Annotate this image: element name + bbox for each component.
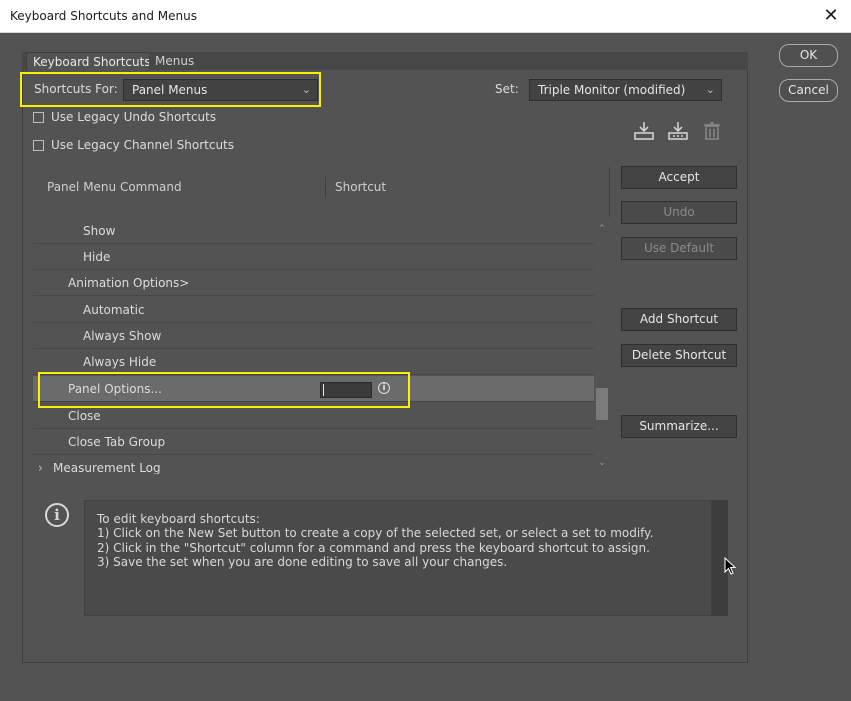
tab-menus[interactable]: Menus bbox=[149, 52, 201, 70]
list-item[interactable]: Automatic bbox=[33, 297, 594, 323]
command-list: Show Hide Animation Options> Automatic A… bbox=[33, 218, 594, 474]
column-header-command[interactable]: Panel Menu Command bbox=[47, 180, 182, 194]
info-icon[interactable]: i bbox=[378, 382, 390, 394]
info-line: 1) Click on the New Set button to create… bbox=[97, 526, 654, 540]
info-icon: i bbox=[45, 503, 69, 527]
info-line: 2) Click in the "Shortcut" column for a … bbox=[97, 541, 650, 555]
window-title: Keyboard Shortcuts and Menus bbox=[10, 9, 197, 23]
header-edge bbox=[609, 167, 610, 217]
accept-button[interactable]: Accept bbox=[621, 166, 737, 189]
list-item-selected[interactable]: Panel Options... i bbox=[33, 376, 594, 402]
list-item[interactable]: Hide bbox=[33, 244, 594, 270]
shortcuts-for-label: Shortcuts For: bbox=[34, 82, 118, 96]
add-shortcut-button[interactable]: Add Shortcut bbox=[621, 308, 737, 331]
info-text-box: To edit keyboard shortcuts: 1) Click on … bbox=[84, 500, 712, 616]
use-default-button[interactable]: Use Default bbox=[621, 237, 737, 260]
info-line: To edit keyboard shortcuts: bbox=[97, 512, 260, 526]
trash-icon[interactable] bbox=[701, 120, 723, 142]
column-divider bbox=[325, 177, 326, 198]
chevron-down-icon: ⌄ bbox=[301, 83, 311, 96]
set-label: Set: bbox=[495, 82, 519, 96]
list-item[interactable]: Show bbox=[33, 218, 594, 244]
set-value: Triple Monitor (modified) bbox=[538, 83, 686, 97]
shortcuts-for-value: Panel Menus bbox=[132, 83, 208, 97]
legacy-channel-label: Use Legacy Channel Shortcuts bbox=[51, 138, 235, 152]
list-item[interactable]: Always Show bbox=[33, 323, 594, 349]
ok-button[interactable]: OK bbox=[779, 44, 838, 67]
shortcut-input[interactable] bbox=[320, 382, 372, 398]
title-bar: Keyboard Shortcuts and Menus ✕ bbox=[0, 0, 851, 33]
list-item[interactable]: Close Tab Group bbox=[33, 429, 594, 455]
chevron-right-icon[interactable]: › bbox=[38, 461, 43, 474]
legacy-channel-checkbox[interactable] bbox=[33, 140, 44, 151]
tab-keyboard-shortcuts[interactable]: Keyboard Shortcuts bbox=[26, 52, 158, 71]
set-dropdown[interactable]: Triple Monitor (modified) ⌄ bbox=[529, 79, 722, 101]
cancel-button[interactable]: Cancel bbox=[779, 79, 838, 102]
shortcuts-for-dropdown[interactable]: Panel Menus ⌄ bbox=[123, 79, 318, 101]
legacy-undo-checkbox[interactable] bbox=[33, 112, 44, 123]
column-header-shortcut[interactable]: Shortcut bbox=[335, 180, 386, 194]
summarize-button[interactable]: Summarize... bbox=[621, 415, 737, 438]
list-scrollbar[interactable]: ⌃ ⌄ bbox=[594, 218, 610, 474]
close-window-button[interactable]: ✕ bbox=[821, 6, 841, 26]
undo-button[interactable]: Undo bbox=[621, 201, 737, 224]
list-item[interactable]: Always Hide bbox=[33, 349, 594, 375]
delete-shortcut-button[interactable]: Delete Shortcut bbox=[621, 344, 737, 367]
legacy-undo-label: Use Legacy Undo Shortcuts bbox=[51, 110, 217, 124]
chevron-down-icon: ⌄ bbox=[705, 83, 715, 96]
mouse-cursor-icon bbox=[724, 557, 736, 575]
scroll-up-icon[interactable]: ⌃ bbox=[597, 224, 607, 234]
info-line: 3) Save the set when you are done editin… bbox=[97, 555, 508, 569]
scroll-down-icon[interactable]: ⌄ bbox=[597, 458, 607, 468]
text-cursor bbox=[323, 384, 324, 396]
scroll-thumb[interactable] bbox=[596, 388, 608, 420]
save-set-icon[interactable] bbox=[633, 120, 655, 142]
list-item[interactable]: › Measurement Log bbox=[33, 455, 594, 474]
list-item[interactable]: Animation Options> bbox=[33, 270, 594, 296]
list-item[interactable]: Close bbox=[33, 403, 594, 429]
new-set-icon[interactable] bbox=[667, 120, 689, 142]
